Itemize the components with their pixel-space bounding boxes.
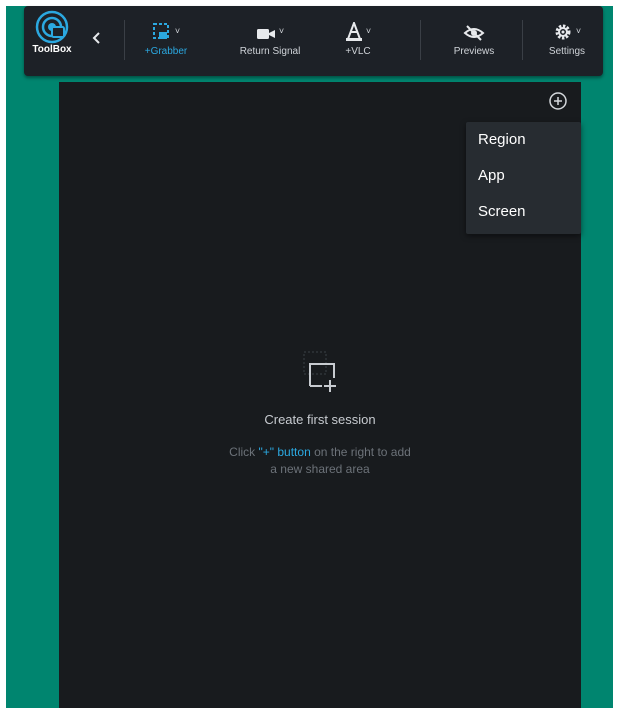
menu-item-app[interactable]: App (466, 158, 581, 194)
toolbar: ToolBox ˅ +Grabber ˅ Return Signal ˅ +VL… (24, 6, 603, 76)
gear-icon (555, 24, 571, 40)
settings-button[interactable]: ˅ Settings (536, 6, 598, 76)
add-session-menu: Region App Screen (466, 122, 581, 234)
menu-item-screen[interactable]: Screen (466, 194, 581, 230)
region-select-icon (152, 23, 169, 39)
add-region-icon (303, 351, 336, 392)
toolbox-logo[interactable]: ToolBox (30, 6, 74, 76)
toolbar-separator (522, 20, 523, 60)
chevron-left-icon (92, 32, 100, 44)
return-signal-label: Return Signal (239, 46, 301, 57)
plus-circle-icon (549, 92, 567, 110)
settings-label: Settings (548, 46, 586, 57)
previews-button[interactable]: Previews (434, 6, 514, 76)
grabber-button[interactable]: ˅ +Grabber (130, 6, 202, 76)
toolbox-label: ToolBox (32, 44, 72, 55)
plus-button-hint: "+" button (258, 445, 311, 459)
vlc-button[interactable]: ˅ +VLC (330, 6, 386, 76)
vlc-cone-icon (345, 22, 362, 41)
chevron-down-icon: ˅ (174, 26, 181, 36)
toolbar-separator (420, 20, 421, 60)
toolbox-logo-icon (35, 10, 69, 44)
toolbar-separator (124, 20, 125, 60)
grabber-label: +Grabber (144, 46, 188, 57)
return-signal-button[interactable]: ˅ Return Signal (222, 6, 318, 76)
collapse-toolbar-button[interactable] (90, 30, 104, 46)
chevron-down-icon: ˅ (365, 26, 372, 36)
menu-item-region[interactable]: Region (466, 122, 581, 158)
empty-state-title: Create first session (264, 412, 376, 427)
vlc-label: +VLC (345, 46, 371, 57)
empty-state-icon-wrap (59, 348, 581, 396)
empty-state-subtitle: Click "+" button on the right to add a n… (229, 445, 411, 476)
chevron-down-icon: ˅ (575, 26, 582, 36)
previews-label: Previews (453, 46, 495, 57)
camera-icon (256, 29, 275, 39)
chevron-down-icon: ˅ (278, 26, 285, 36)
eye-off-icon (463, 25, 485, 41)
add-session-button[interactable] (548, 91, 568, 111)
